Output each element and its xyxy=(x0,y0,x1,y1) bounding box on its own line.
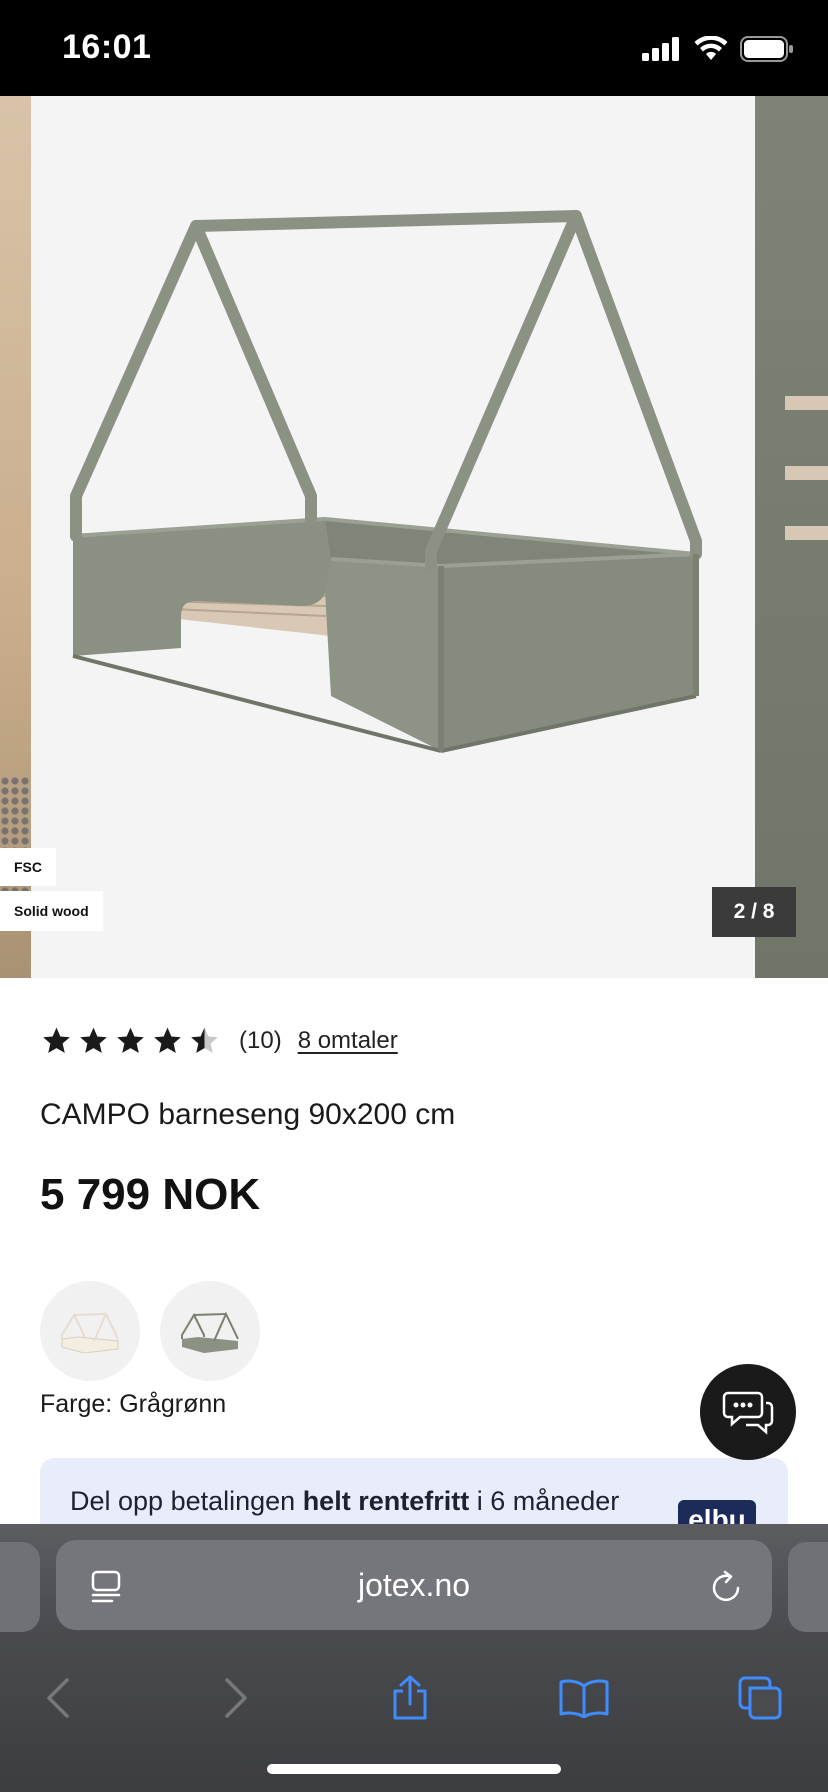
promo-text-after: i 6 måneder xyxy=(469,1486,620,1516)
star-icon xyxy=(154,1027,181,1053)
book-icon xyxy=(559,1679,609,1718)
battery-icon xyxy=(740,36,793,62)
star-rating xyxy=(40,1025,221,1057)
forward-button[interactable] xyxy=(206,1668,266,1728)
slat-detail xyxy=(785,396,828,410)
bookmarks-button[interactable] xyxy=(554,1668,614,1728)
image-counter: 2 / 8 xyxy=(712,887,796,937)
color-swatch-white[interactable] xyxy=(40,1281,140,1381)
browser-toolbar xyxy=(0,1654,828,1744)
house-bed-image xyxy=(70,210,702,753)
product-image-gallery[interactable]: FSC Solid wood 2 / 8 xyxy=(0,96,828,978)
reviews-link[interactable]: 8 omtaler xyxy=(298,1027,398,1055)
status-bar: 16:01 xyxy=(0,0,828,96)
tabs-button[interactable] xyxy=(730,1668,790,1728)
rating-count: (10) xyxy=(239,1027,282,1054)
product-image-main[interactable] xyxy=(31,96,755,978)
status-icons xyxy=(642,36,794,62)
chevron-left-icon xyxy=(47,1678,69,1718)
status-time: 16:01 xyxy=(62,28,152,66)
color-label: Farge: Grågrønn xyxy=(40,1390,227,1418)
chat-bubbles-icon xyxy=(722,1391,774,1435)
slat-detail xyxy=(785,466,828,480)
wifi-icon xyxy=(694,36,728,60)
share-button[interactable] xyxy=(380,1668,440,1728)
home-indicator[interactable] xyxy=(267,1764,561,1774)
star-icon xyxy=(80,1027,107,1053)
color-swatch-grey-green[interactable] xyxy=(160,1281,260,1381)
browser-bottom-bar: jotex.no xyxy=(0,1524,828,1792)
grey-green-bed-thumbnail-icon xyxy=(181,1311,239,1353)
reload-icon[interactable] xyxy=(710,1568,744,1604)
fsc-badge: FSC xyxy=(0,848,56,886)
back-button[interactable] xyxy=(28,1668,88,1728)
star-icon xyxy=(117,1027,144,1053)
chat-button[interactable] xyxy=(700,1364,796,1460)
next-image-peek[interactable] xyxy=(755,96,828,978)
tabs-icon xyxy=(738,1676,782,1720)
next-tab-peek[interactable] xyxy=(788,1542,828,1632)
solid-wood-badge: Solid wood xyxy=(0,891,103,931)
white-bed-thumbnail-icon xyxy=(61,1311,119,1353)
star-icon xyxy=(43,1027,70,1053)
promo-text-bold: helt rentefritt xyxy=(302,1486,470,1516)
promo-text-before: Del opp betalingen xyxy=(70,1486,303,1516)
half-star-icon xyxy=(191,1027,218,1053)
product-price: 5 799 NOK xyxy=(40,1170,261,1219)
rating-row: (10) 8 omtaler xyxy=(40,1025,398,1057)
previous-image-peek[interactable] xyxy=(0,96,31,978)
previous-tab-peek[interactable] xyxy=(0,1542,40,1632)
slat-detail xyxy=(785,526,828,540)
product-title: CAMPO barneseng 90x200 cm xyxy=(40,1098,456,1131)
url-text: jotex.no xyxy=(357,1566,471,1603)
share-icon xyxy=(393,1675,427,1720)
chevron-right-icon xyxy=(225,1678,247,1718)
cellular-signal-icon xyxy=(642,37,679,61)
address-bar[interactable]: jotex.no xyxy=(56,1540,772,1630)
